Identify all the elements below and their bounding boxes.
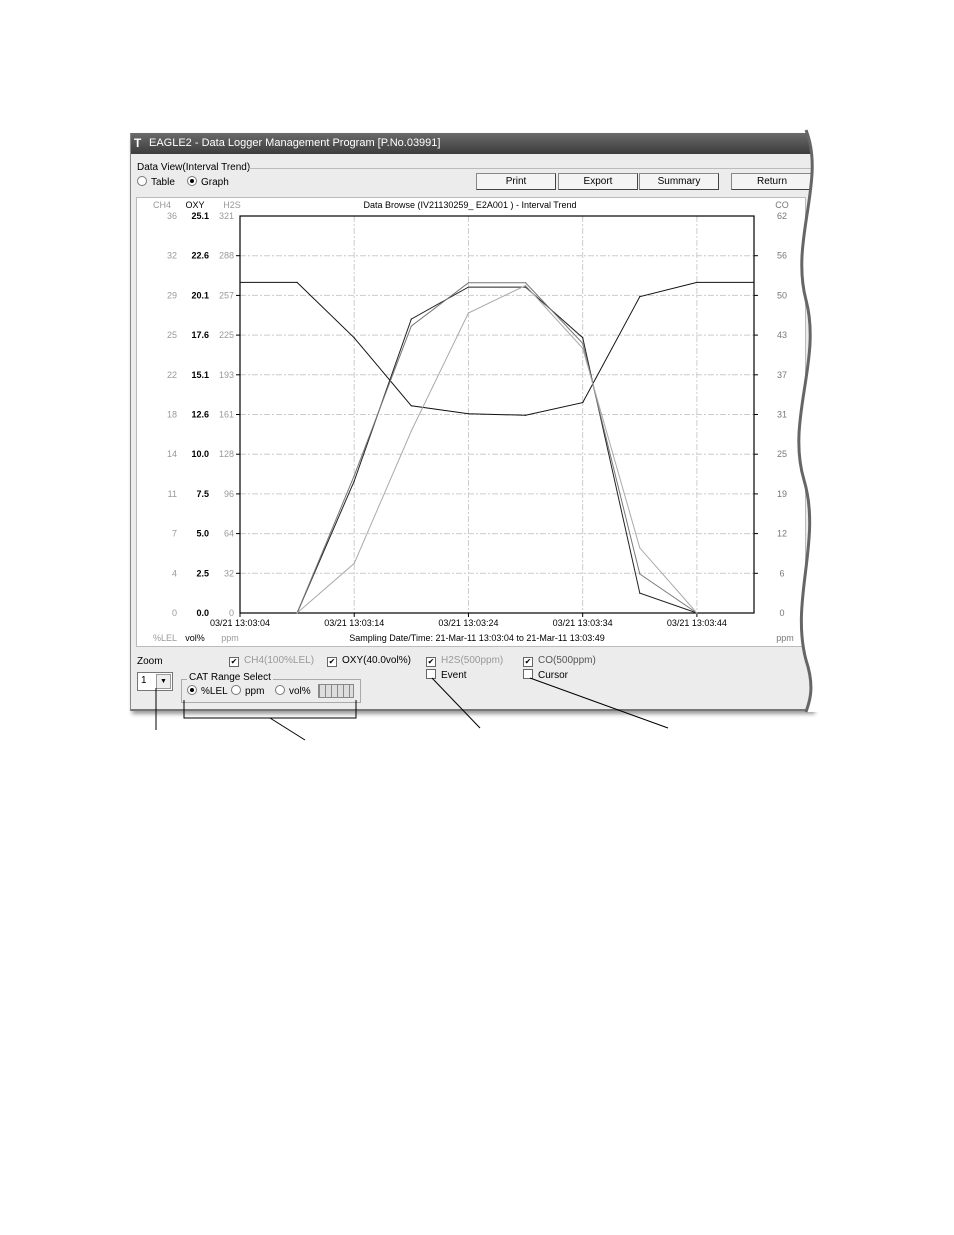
manual-page: T EAGLE2 - Data Logger Management Progra… [0, 0, 954, 1235]
callout-bracket-cat [183, 700, 357, 719]
callout-overlay [155, 129, 954, 741]
callout-line-cursor [529, 677, 669, 729]
callout-line-event [431, 677, 481, 729]
callout-line-cat [269, 717, 306, 741]
torn-edge [798, 130, 954, 712]
